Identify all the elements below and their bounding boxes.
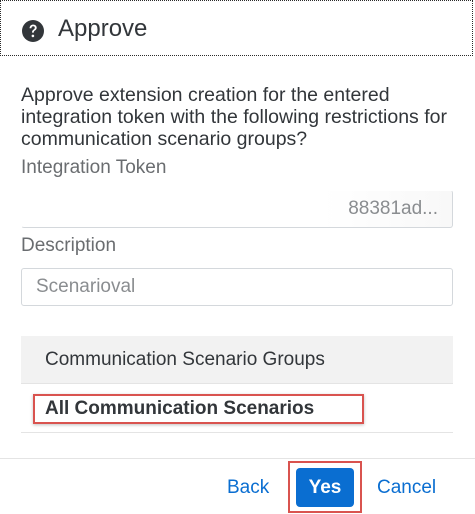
groups-table-header-label: Communication Scenario Groups — [45, 348, 325, 370]
description-input[interactable]: Scenarioval — [21, 268, 453, 306]
groups-table-header: Communication Scenario Groups — [21, 336, 453, 384]
dialog-footer: Back Yes Cancel — [0, 458, 475, 514]
back-button[interactable]: Back — [227, 477, 269, 499]
dialog-header: Approve — [0, 0, 473, 56]
scenario-group-cell[interactable]: All Communication Scenarios — [33, 394, 364, 424]
dialog-message: Approve extension creation for the enter… — [21, 84, 447, 150]
description-label: Description — [21, 235, 117, 256]
yes-button[interactable]: Yes — [296, 468, 354, 507]
question-circle-icon — [21, 19, 45, 43]
integration-token-label: Integration Token — [21, 157, 167, 178]
integration-token-field[interactable]: 88381ad... — [21, 190, 453, 228]
integration-token-value: 88381ad... — [348, 198, 438, 219]
dialog-title: Approve — [58, 15, 148, 42]
cancel-button[interactable]: Cancel — [377, 477, 436, 499]
table-row[interactable]: All Communication Scenarios — [21, 385, 453, 433]
description-placeholder: Scenarioval — [36, 276, 136, 297]
